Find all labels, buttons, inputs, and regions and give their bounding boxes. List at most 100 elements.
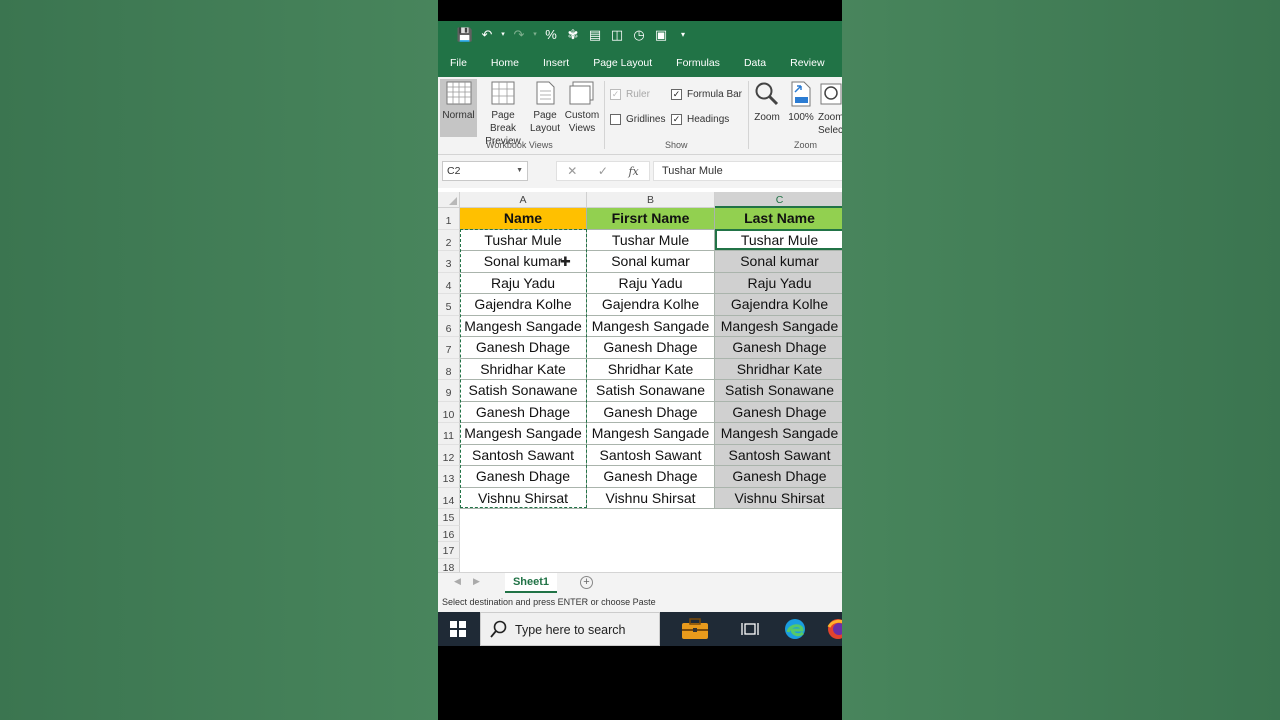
cell-a8[interactable]: Shridhar Kate [460,358,587,380]
cell-a13[interactable]: Ganesh Dhage [460,466,587,488]
cell-a9[interactable]: Satish Sonawane [460,380,587,402]
name-box[interactable]: C2 ▼ [442,161,528,181]
cell-b7[interactable]: Ganesh Dhage [587,337,715,359]
cell-c2[interactable]: Tushar Mule [715,230,842,251]
cell-a10[interactable]: Ganesh Dhage [460,401,587,423]
custom-views-button[interactable]: Custom Views [562,79,602,135]
cell-b10[interactable]: Ganesh Dhage [587,401,715,423]
tab-data[interactable]: Data [732,49,778,77]
row-header-6[interactable]: 6 [438,315,460,337]
cell-b14[interactable]: Vishnu Shirsat [587,487,715,509]
cell-b3[interactable]: Sonal kumar [587,251,715,273]
cell-b2[interactable]: Tushar Mule [587,229,715,251]
cell-a2[interactable]: Tushar Mule [460,229,587,251]
headings-checkbox[interactable]: ✓ Headings [671,114,729,125]
undo-icon[interactable]: ↶ [476,21,498,49]
task-view-icon[interactable] [741,621,759,637]
cell-b6[interactable]: Mangesh Sangade [587,315,715,337]
row-header-17[interactable]: 17 [438,542,460,560]
cell-a7[interactable]: Ganesh Dhage [460,337,587,359]
row-header-16[interactable]: 16 [438,525,460,543]
formula-input[interactable]: Tushar Mule [653,161,842,181]
percent-icon[interactable]: % [540,21,562,49]
tab-home[interactable]: Home [479,49,531,77]
cell-c14[interactable]: Vishnu Shirsat [715,487,842,509]
zoom-selection-button[interactable]: Zoom Selec [818,79,842,137]
next-sheet-icon[interactable]: ▶ [473,576,480,587]
insert-function-icon[interactable]: fx [628,165,638,178]
row-header-1[interactable]: 1 [438,208,460,230]
row-header-11[interactable]: 11 [438,423,460,445]
format-painter-icon[interactable]: ✾ [562,21,584,49]
page-layout-view-button[interactable]: Page Layout [530,79,560,135]
row-header-8[interactable]: 8 [438,358,460,380]
row-header-10[interactable]: 10 [438,401,460,423]
cell-c12[interactable]: Santosh Sawant [715,444,842,466]
cell-c10[interactable]: Ganesh Dhage [715,401,842,423]
edge-browser-icon[interactable] [784,618,806,640]
normal-view-button[interactable]: Normal [440,79,477,137]
cell-c9[interactable]: Satish Sonawane [715,380,842,402]
cancel-icon[interactable]: ✕ [567,164,577,178]
customize-qat-icon[interactable]: ▾ [672,21,694,49]
formula-bar-checkbox[interactable]: ✓ Formula Bar [671,89,742,100]
tab-formulas[interactable]: Formulas [664,49,732,77]
row-header-13[interactable]: 13 [438,466,460,488]
row-header-12[interactable]: 12 [438,444,460,466]
camera-icon[interactable]: ▣ [650,21,672,49]
cell-b8[interactable]: Shridhar Kate [587,358,715,380]
zoom-button[interactable]: Zoom [751,79,783,124]
windows-start-icon[interactable] [450,621,466,637]
enter-icon[interactable]: ✓ [598,164,608,178]
select-all-button[interactable] [438,192,460,208]
prev-sheet-icon[interactable]: ◀ [454,576,461,587]
cell-c6[interactable]: Mangesh Sangade [715,315,842,337]
cell-a14[interactable]: Vishnu Shirsat [460,487,587,509]
ruler-checkbox[interactable]: ✓ Ruler [610,89,650,100]
page-break-preview-button[interactable]: Page Break Preview [478,79,528,148]
tab-insert[interactable]: Insert [531,49,581,77]
cell-c1[interactable]: Last Name [715,208,842,230]
cell-a11[interactable]: Mangesh Sangade [460,423,587,445]
column-header-b[interactable]: B [587,192,715,208]
tab-file[interactable]: File [438,49,479,77]
row-header-15[interactable]: 15 [438,509,460,526]
zoom-100-button[interactable]: 100% [785,79,817,124]
cell-b4[interactable]: Raju Yadu [587,272,715,294]
add-sheet-icon[interactable]: + [580,576,593,589]
row-header-4[interactable]: 4 [438,272,460,294]
sheet-tab-sheet1[interactable]: Sheet1 [505,573,557,593]
cell-b13[interactable]: Ganesh Dhage [587,466,715,488]
gridlines-checkbox[interactable]: Gridlines [610,114,665,125]
column-header-a[interactable]: A [460,192,587,208]
redo-dropdown-icon[interactable]: ▾ [530,21,540,49]
cell-a6[interactable]: Mangesh Sangade [460,315,587,337]
cell-c8[interactable]: Shridhar Kate [715,358,842,380]
cell-a1[interactable]: Name [460,208,587,230]
cell-a5[interactable]: Gajendra Kolhe [460,294,587,316]
cell-c4[interactable]: Raju Yadu [715,272,842,294]
cell-a4[interactable]: Raju Yadu [460,272,587,294]
form-icon[interactable]: ▤ [584,21,606,49]
cell-c13[interactable]: Ganesh Dhage [715,466,842,488]
send-icon[interactable]: ◷ [628,21,650,49]
redo-icon[interactable]: ↷ [508,21,530,49]
cell-b9[interactable]: Satish Sonawane [587,380,715,402]
row-header-3[interactable]: 3 [438,251,460,273]
tab-review[interactable]: Review [778,49,836,77]
row-header-2[interactable]: 2 [438,229,460,251]
row-header-7[interactable]: 7 [438,337,460,359]
cell-c3[interactable]: Sonal kumar [715,251,842,273]
save-icon[interactable]: 💾 [454,21,476,49]
taskbar-search[interactable]: Type here to search [480,612,660,646]
print-preview-icon[interactable]: ◫ [606,21,628,49]
cell-b5[interactable]: Gajendra Kolhe [587,294,715,316]
cell-c7[interactable]: Ganesh Dhage [715,337,842,359]
briefcase-icon[interactable] [681,618,709,640]
undo-dropdown-icon[interactable]: ▾ [498,21,508,49]
name-box-dropdown-icon[interactable]: ▼ [516,162,523,180]
column-header-c[interactable]: C [715,192,842,208]
firefox-icon[interactable] [827,618,842,640]
row-header-14[interactable]: 14 [438,487,460,509]
cell-a12[interactable]: Santosh Sawant [460,444,587,466]
